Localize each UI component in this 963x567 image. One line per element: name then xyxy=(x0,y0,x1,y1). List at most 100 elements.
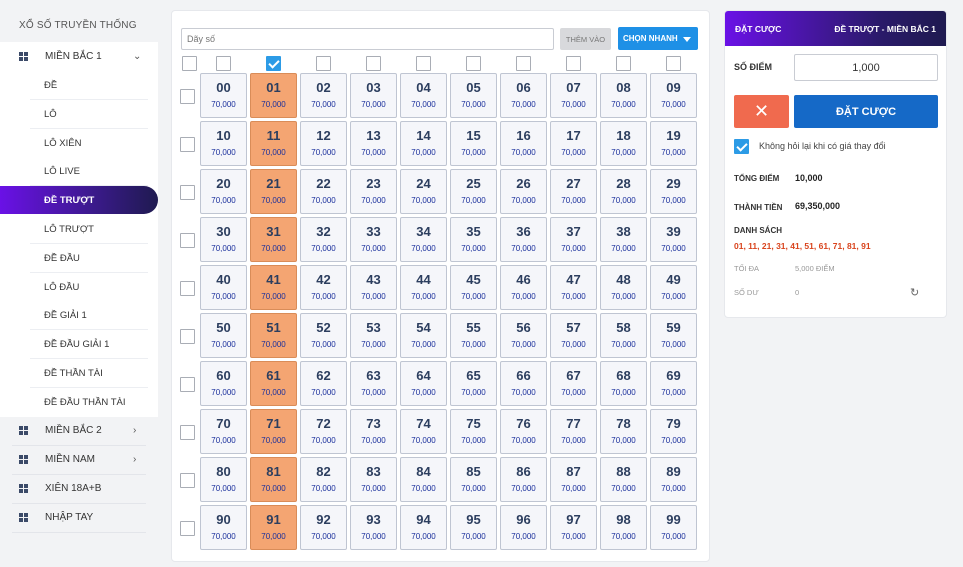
sidebar-item[interactable]: LÔ TRƯỢT xyxy=(0,215,158,244)
number-cell[interactable]: 30 70,000 xyxy=(200,217,247,262)
number-cell[interactable]: 70 70,000 xyxy=(200,409,247,454)
sidebar-region-nhap-tay[interactable]: NHẬP TAY xyxy=(0,503,158,532)
number-cell[interactable]: 61 70,000 xyxy=(250,361,297,406)
number-cell[interactable]: 26 70,000 xyxy=(500,169,547,214)
number-cell[interactable]: 43 70,000 xyxy=(350,265,397,310)
number-cell[interactable]: 18 70,000 xyxy=(600,121,647,166)
number-cell[interactable]: 69 70,000 xyxy=(650,361,697,406)
number-cell[interactable]: 52 70,000 xyxy=(300,313,347,358)
number-cell[interactable]: 56 70,000 xyxy=(500,313,547,358)
number-cell[interactable]: 84 70,000 xyxy=(400,457,447,502)
column-checkbox[interactable] xyxy=(616,56,631,71)
number-cell[interactable]: 10 70,000 xyxy=(200,121,247,166)
number-cell[interactable]: 31 70,000 xyxy=(250,217,297,262)
number-cell[interactable]: 85 70,000 xyxy=(450,457,497,502)
number-cell[interactable]: 25 70,000 xyxy=(450,169,497,214)
sidebar-item[interactable]: ĐỀ xyxy=(0,71,158,100)
row-checkbox[interactable] xyxy=(180,233,195,248)
number-cell[interactable]: 16 70,000 xyxy=(500,121,547,166)
number-cell[interactable]: 92 70,000 xyxy=(300,505,347,550)
number-cell[interactable]: 93 70,000 xyxy=(350,505,397,550)
number-cell[interactable]: 22 70,000 xyxy=(300,169,347,214)
sidebar-item[interactable]: LÔ XIÊN xyxy=(0,128,158,158)
number-cell[interactable]: 44 70,000 xyxy=(400,265,447,310)
number-cell[interactable]: 96 70,000 xyxy=(500,505,547,550)
number-cell[interactable]: 75 70,000 xyxy=(450,409,497,454)
select-all-checkbox[interactable] xyxy=(182,56,197,71)
number-cell[interactable]: 17 70,000 xyxy=(550,121,597,166)
number-cell[interactable]: 54 70,000 xyxy=(400,313,447,358)
number-cell[interactable]: 51 70,000 xyxy=(250,313,297,358)
number-cell[interactable]: 11 70,000 xyxy=(250,121,297,166)
sidebar-item[interactable]: LÔ LIVE xyxy=(0,157,158,187)
row-checkbox[interactable] xyxy=(180,329,195,344)
column-checkbox[interactable] xyxy=(216,56,231,71)
number-cell[interactable]: 38 70,000 xyxy=(600,217,647,262)
no-ask-checkbox[interactable] xyxy=(734,139,749,154)
column-checkbox[interactable] xyxy=(516,56,531,71)
number-cell[interactable]: 58 70,000 xyxy=(600,313,647,358)
number-cell[interactable]: 86 70,000 xyxy=(500,457,547,502)
number-cell[interactable]: 09 70,000 xyxy=(650,73,697,118)
row-checkbox[interactable] xyxy=(180,89,195,104)
cancel-button[interactable]: ✕ xyxy=(734,95,789,128)
number-cell[interactable]: 76 70,000 xyxy=(500,409,547,454)
number-cell[interactable]: 05 70,000 xyxy=(450,73,497,118)
number-cell[interactable]: 15 70,000 xyxy=(450,121,497,166)
number-cell[interactable]: 14 70,000 xyxy=(400,121,447,166)
number-cell[interactable]: 33 70,000 xyxy=(350,217,397,262)
number-cell[interactable]: 71 70,000 xyxy=(250,409,297,454)
number-cell[interactable]: 74 70,000 xyxy=(400,409,447,454)
column-checkbox[interactable] xyxy=(416,56,431,71)
number-cell[interactable]: 47 70,000 xyxy=(550,265,597,310)
number-cell[interactable]: 53 70,000 xyxy=(350,313,397,358)
number-cell[interactable]: 40 70,000 xyxy=(200,265,247,310)
number-cell[interactable]: 23 70,000 xyxy=(350,169,397,214)
number-cell[interactable]: 02 70,000 xyxy=(300,73,347,118)
column-checkbox[interactable] xyxy=(666,56,681,71)
sidebar-item[interactable]: ĐỀ TRƯỢT xyxy=(0,186,158,215)
column-checkbox[interactable] xyxy=(466,56,481,71)
number-cell[interactable]: 34 70,000 xyxy=(400,217,447,262)
number-cell[interactable]: 39 70,000 xyxy=(650,217,697,262)
number-cell[interactable]: 57 70,000 xyxy=(550,313,597,358)
row-checkbox[interactable] xyxy=(180,521,195,536)
add-button[interactable]: THÊM VÀO xyxy=(560,28,611,50)
number-cell[interactable]: 73 70,000 xyxy=(350,409,397,454)
number-cell[interactable]: 35 70,000 xyxy=(450,217,497,262)
number-cell[interactable]: 83 70,000 xyxy=(350,457,397,502)
number-cell[interactable]: 37 70,000 xyxy=(550,217,597,262)
number-cell[interactable]: 95 70,000 xyxy=(450,505,497,550)
number-cell[interactable]: 12 70,000 xyxy=(300,121,347,166)
number-cell[interactable]: 68 70,000 xyxy=(600,361,647,406)
number-cell[interactable]: 28 70,000 xyxy=(600,169,647,214)
number-cell[interactable]: 07 70,000 xyxy=(550,73,597,118)
quick-select-dropdown[interactable]: CHỌN NHANH xyxy=(618,27,698,50)
number-cell[interactable]: 19 70,000 xyxy=(650,121,697,166)
score-input[interactable] xyxy=(794,54,938,81)
number-cell[interactable]: 32 70,000 xyxy=(300,217,347,262)
number-cell[interactable]: 41 70,000 xyxy=(250,265,297,310)
number-cell[interactable]: 88 70,000 xyxy=(600,457,647,502)
number-cell[interactable]: 87 70,000 xyxy=(550,457,597,502)
number-cell[interactable]: 98 70,000 xyxy=(600,505,647,550)
number-cell[interactable]: 45 70,000 xyxy=(450,265,497,310)
number-cell[interactable]: 82 70,000 xyxy=(300,457,347,502)
row-checkbox[interactable] xyxy=(180,281,195,296)
number-cell[interactable]: 03 70,000 xyxy=(350,73,397,118)
row-checkbox[interactable] xyxy=(180,137,195,152)
number-cell[interactable]: 62 70,000 xyxy=(300,361,347,406)
number-cell[interactable]: 36 70,000 xyxy=(500,217,547,262)
column-checkbox[interactable] xyxy=(566,56,581,71)
sidebar-item[interactable]: ĐỀ ĐẦU THẦN TÀI xyxy=(0,387,158,417)
number-cell[interactable]: 42 70,000 xyxy=(300,265,347,310)
number-cell[interactable]: 06 70,000 xyxy=(500,73,547,118)
number-cell[interactable]: 49 70,000 xyxy=(650,265,697,310)
sidebar-item[interactable]: ĐỀ ĐẦU xyxy=(0,243,158,273)
number-cell[interactable]: 80 70,000 xyxy=(200,457,247,502)
number-cell[interactable]: 81 70,000 xyxy=(250,457,297,502)
number-cell[interactable]: 27 70,000 xyxy=(550,169,597,214)
sidebar-item[interactable]: LÔ ĐẦU xyxy=(0,272,158,302)
column-checkbox[interactable] xyxy=(266,56,281,71)
column-checkbox[interactable] xyxy=(316,56,331,71)
